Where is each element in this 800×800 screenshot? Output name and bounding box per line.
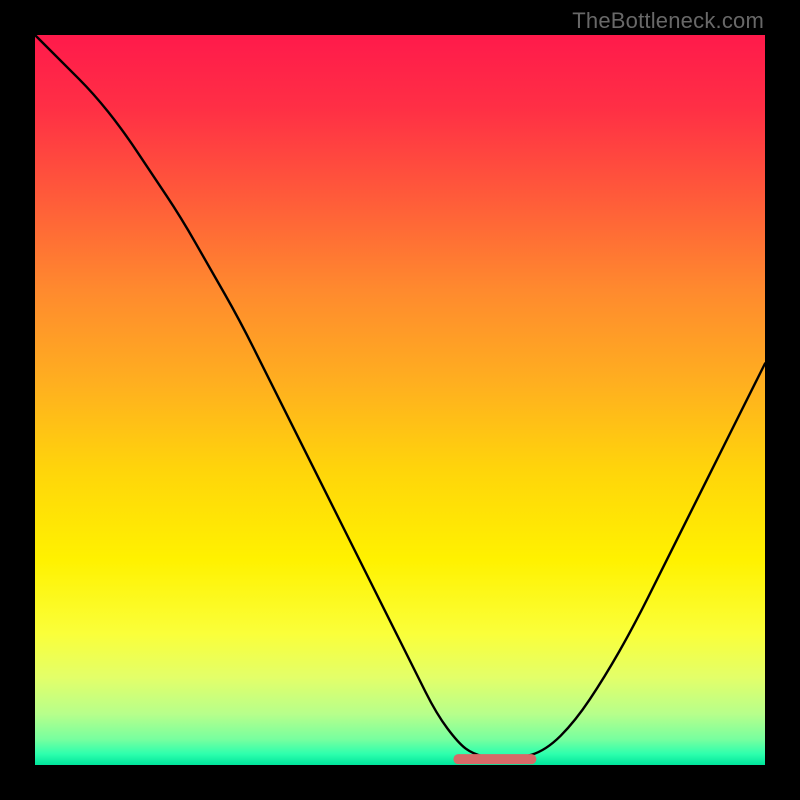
watermark-text: TheBottleneck.com [572, 8, 764, 34]
chart-frame: TheBottleneck.com [0, 0, 800, 800]
chart-lines [35, 35, 765, 765]
plot-area [35, 35, 765, 765]
bottleneck-curve [35, 35, 765, 759]
